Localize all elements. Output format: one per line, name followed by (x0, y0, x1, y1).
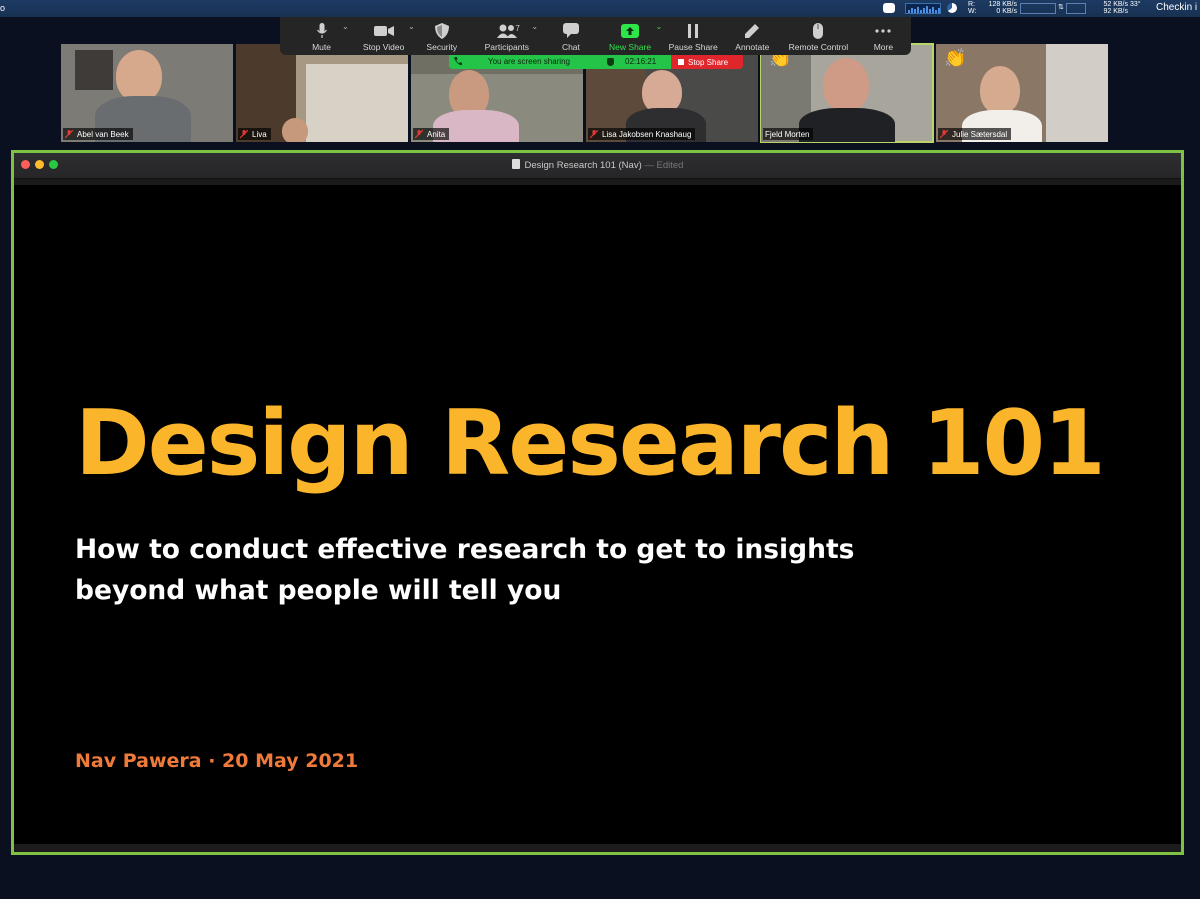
participant-name-label: Julie Sætersdal (938, 128, 1012, 140)
stop-share-button[interactable]: Stop Share (671, 55, 743, 69)
participant-name: Fjeld Morten (765, 129, 810, 139)
security-button[interactable]: Security (414, 17, 469, 55)
chat-button[interactable]: Chat (544, 17, 597, 55)
muted-mic-icon (589, 129, 599, 139)
share-arrow-icon (621, 22, 640, 39)
slide-title: Design Research 101 (75, 391, 1106, 496)
wall-poster (75, 50, 113, 90)
participant-head (980, 66, 1020, 114)
stop-square-icon (678, 59, 684, 65)
slide-subtitle-line-1: How to conduct effective research to get… (75, 534, 855, 565)
participant-name-label: Lisa Jakobsen Knashaug (588, 128, 696, 140)
chevron-down-icon[interactable]: ⌄ (656, 22, 663, 31)
participant-name: Lisa Jakobsen Knashaug (602, 129, 692, 139)
mouse-icon (813, 22, 824, 39)
participant-head (823, 58, 869, 112)
network-read-value: 128 KB/s (988, 1, 1017, 8)
microphone-icon (316, 22, 327, 39)
network-graph-icon[interactable] (1020, 3, 1056, 14)
participants-icon (496, 22, 517, 39)
participant-head (116, 50, 162, 102)
shield-icon (607, 58, 614, 66)
participants-button[interactable]: 7 Participants ⌄ (469, 17, 544, 55)
slide-subtitle: How to conduct effective research to get… (75, 529, 1075, 611)
sharing-status-text: You are screen sharing (488, 57, 570, 66)
arrows-icon: ⇅ (1058, 4, 1064, 11)
window-toolbar-strip (14, 179, 1181, 185)
participant-tile[interactable]: Liva (236, 44, 408, 142)
chevron-down-icon[interactable]: ⌄ (342, 22, 349, 31)
participant-name-label: Fjeld Morten (763, 128, 814, 140)
chat-bubble-icon (562, 22, 579, 39)
ceiling-wall (306, 64, 408, 142)
participant-name-label: Liva (238, 128, 271, 140)
muted-mic-icon (64, 129, 74, 139)
phone-icon (454, 57, 462, 66)
memory-pie-icon[interactable] (947, 3, 957, 13)
video-camera-icon (373, 22, 394, 39)
menu-bar-app-label[interactable]: Checkin i (1156, 2, 1197, 13)
participant-name-label: Abel van Beek (63, 128, 133, 140)
remote-control-button[interactable]: Remote Control (781, 17, 856, 55)
participant-name: Abel van Beek (77, 129, 129, 139)
disk-values: 52 KB/s 92 KB/s (1100, 1, 1128, 15)
network-write-value: 0 KB/s (996, 8, 1017, 15)
shield-icon (434, 22, 449, 39)
zoom-status-icon[interactable] (883, 3, 895, 13)
temperature-value: 33° (1130, 1, 1141, 8)
muted-mic-icon (939, 129, 949, 139)
menu-bar: o R: W: 128 KB/s 0 KB/s ⇅ 52 KB/s 92 KB/… (0, 0, 1200, 17)
window-titlebar: Design Research 101 (Nav) — Edited (14, 153, 1181, 179)
participant-name: Liva (252, 129, 267, 139)
participant-tile[interactable]: Abel van Beek (61, 44, 233, 142)
screen-sharing-banner: You are screen sharing 02:16:21 (449, 55, 671, 69)
clapping-hands-reaction: 👏 (944, 48, 967, 68)
slide-author-date: Nav Pawera · 20 May 2021 (75, 750, 359, 772)
window-title: Design Research 101 (Nav) — Edited (14, 159, 1181, 171)
network-labels: R: W: (968, 1, 977, 15)
document-icon (511, 159, 520, 169)
pause-share-button[interactable]: Pause Share (663, 17, 724, 55)
pause-icon (687, 22, 699, 39)
share-timer: 02:16:21 (625, 57, 657, 66)
meeting-toolbar: Mute ⌄ Stop Video ⌄ Security 7 Participa… (280, 17, 911, 55)
pencil-icon (745, 22, 760, 39)
mute-button[interactable]: Mute ⌄ (290, 17, 353, 55)
participant-tile[interactable]: 👏 Julie Sætersdal (936, 44, 1108, 142)
more-button[interactable]: More (856, 17, 911, 55)
disk-write-value: 92 KB/s (1103, 8, 1128, 15)
network-values: 128 KB/s 0 KB/s (985, 1, 1017, 15)
muted-mic-icon (414, 129, 424, 139)
cpu-graph-icon[interactable] (905, 3, 941, 14)
participant-head (282, 118, 308, 142)
edited-status: — Edited (644, 160, 684, 171)
participant-name-label: Anita (413, 128, 450, 140)
participant-name: Anita (427, 129, 446, 139)
wall (1046, 44, 1108, 142)
shared-window-frame: Design Research 101 (Nav) — Edited Desig… (11, 150, 1184, 855)
window-bottom-bar (14, 844, 1181, 852)
muted-mic-icon (239, 129, 249, 139)
stop-share-label: Stop Share (688, 57, 729, 67)
menu-bar-left-item[interactable]: o (0, 3, 5, 13)
stop-video-button[interactable]: Stop Video ⌄ (353, 17, 415, 55)
more-dots-icon (875, 22, 892, 39)
participant-count: 7 (515, 24, 520, 33)
participant-tile-active-speaker[interactable]: 👏 Fjeld Morten (760, 43, 934, 143)
disk-graph-icon[interactable] (1066, 3, 1086, 14)
chevron-down-icon[interactable]: ⌄ (531, 22, 538, 31)
new-share-button[interactable]: New Share ⌄ (598, 17, 663, 55)
disk-read-value: 52 KB/s (1103, 1, 1128, 8)
participant-name: Julie Sætersdal (952, 129, 1008, 139)
window-title-text: Design Research 101 (Nav) (524, 160, 642, 171)
annotate-button[interactable]: Annotate (724, 17, 781, 55)
slide-subtitle-line-2: beyond what people will tell you (75, 575, 562, 606)
